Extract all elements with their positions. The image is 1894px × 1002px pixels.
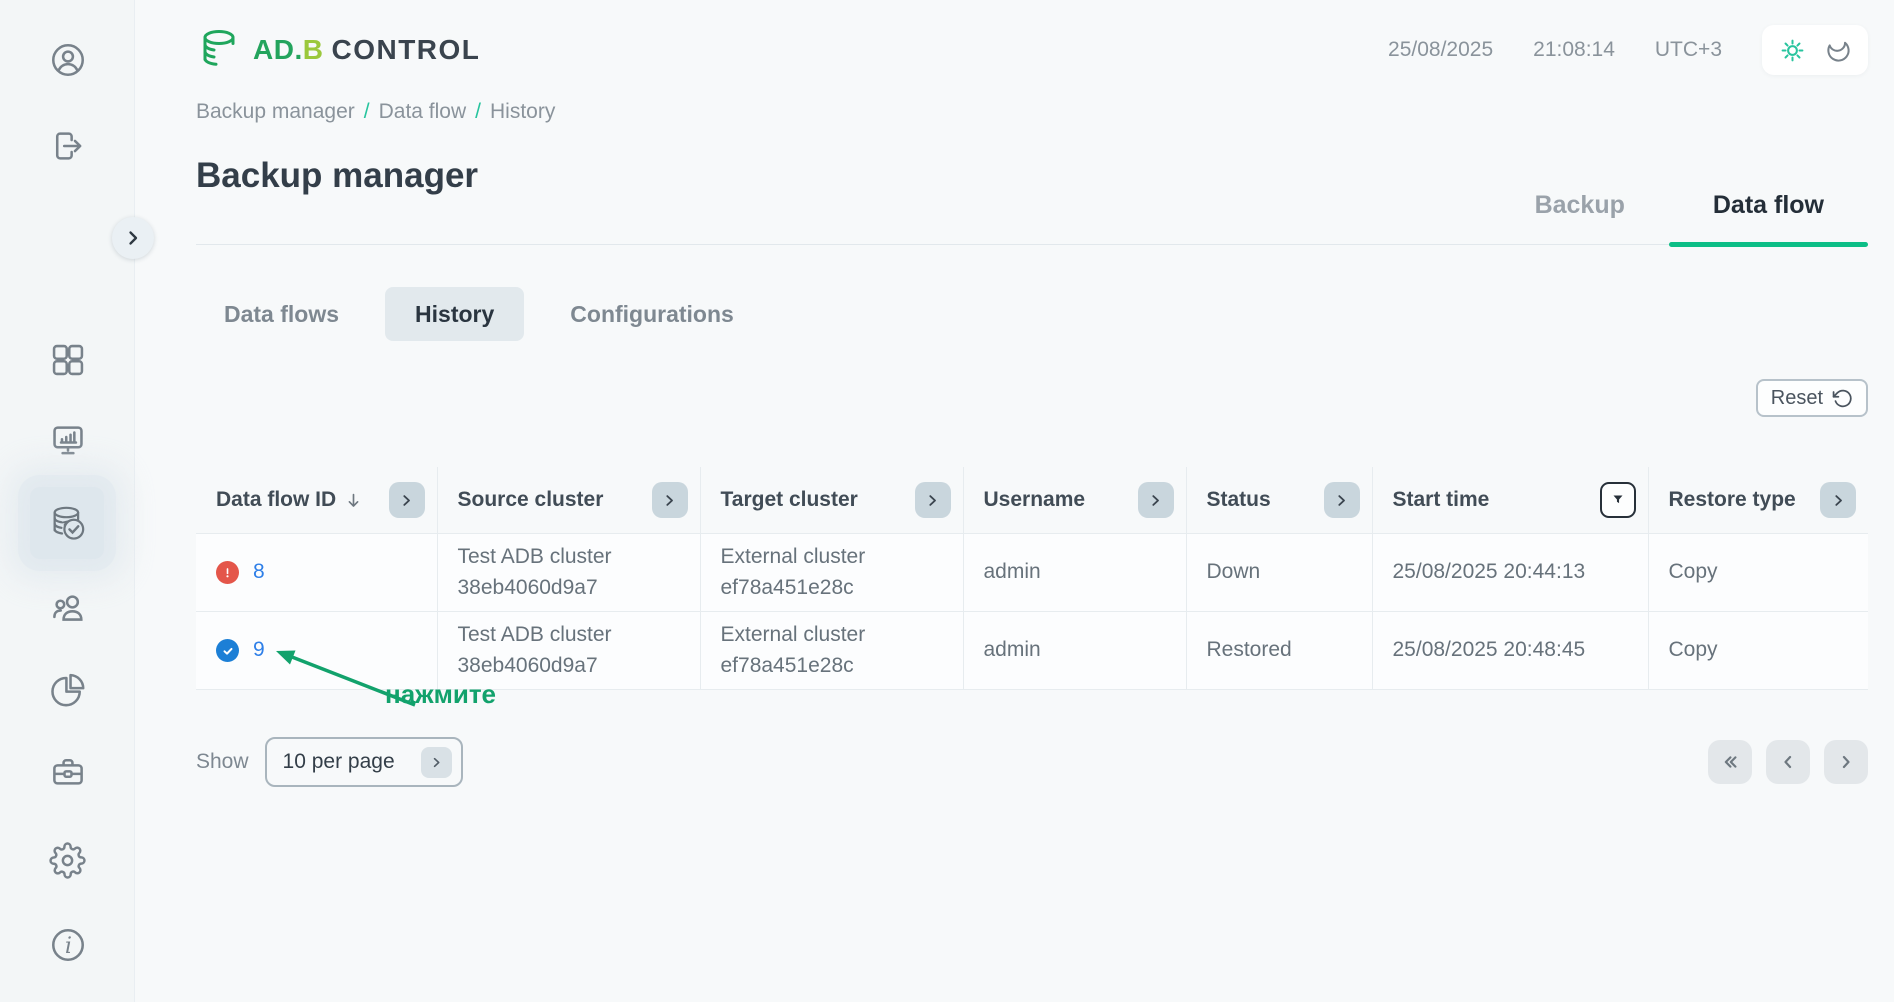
current-date: 25/08/2025 [1388, 38, 1493, 62]
column-expand-button[interactable] [1820, 482, 1856, 518]
target-cluster-hash: ef78a451e28c [721, 651, 951, 681]
current-time: 21:08:14 [1533, 38, 1615, 62]
top-bar: AD.BCONTROL 25/08/2025 21:08:14 UTC+3 [196, 0, 1868, 76]
breadcrumb: Backup manager / Data flow / History [196, 100, 1868, 124]
breadcrumb-data-flow[interactable]: Data flow [379, 100, 467, 124]
status-success-icon [216, 639, 239, 662]
restore-type-cell: Copy [1648, 534, 1868, 612]
show-label: Show [196, 750, 249, 774]
sub-tabs: Data flows History Configurations [196, 287, 1868, 341]
column-expand-button[interactable] [1324, 482, 1360, 518]
status-cell: Restored [1186, 612, 1372, 690]
light-theme-sun-icon[interactable] [1778, 36, 1806, 64]
page-title: Backup manager [196, 156, 478, 196]
reset-rotate-icon [1832, 388, 1853, 409]
target-cluster-name: External cluster [721, 620, 951, 650]
page-size-chevron-icon[interactable] [421, 747, 452, 778]
table-row: 8 Test ADB cluster 38eb4060d9a7 External… [196, 534, 1868, 612]
page-size-value: 10 per page [283, 750, 395, 774]
column-expand-button[interactable] [915, 482, 951, 518]
logout-icon[interactable] [48, 126, 88, 166]
dark-theme-moon-icon[interactable] [1824, 36, 1852, 64]
target-cluster-name: External cluster [721, 542, 951, 572]
tab-data-flow[interactable]: Data flow [1669, 191, 1868, 244]
start-time-cell: 25/08/2025 20:44:13 [1372, 534, 1648, 612]
status-error-icon [216, 561, 239, 584]
filter-funnel-icon [1609, 491, 1627, 509]
reset-button-label: Reset [1771, 387, 1823, 410]
previous-page-button[interactable] [1766, 740, 1810, 784]
subtab-configurations[interactable]: Configurations [542, 301, 762, 328]
source-cluster-name: Test ADB cluster [458, 620, 688, 650]
breadcrumb-history[interactable]: History [490, 100, 555, 124]
column-header-username: Username [984, 488, 1086, 512]
breadcrumb-separator: / [364, 100, 370, 124]
column-expand-button[interactable] [389, 482, 425, 518]
column-header-start-time: Start time [1393, 488, 1490, 512]
column-header-status: Status [1207, 488, 1271, 512]
users-icon[interactable] [48, 588, 88, 628]
status-cell: Down [1186, 534, 1372, 612]
column-filter-button[interactable] [1600, 482, 1636, 518]
settings-gear-icon[interactable] [48, 840, 88, 880]
sidebar: i [0, 0, 135, 1002]
table-row: 9 Test ADB cluster 38eb4060d9a7 External… [196, 612, 1868, 690]
info-icon[interactable]: i [48, 925, 88, 965]
breadcrumb-backup-manager[interactable]: Backup manager [196, 100, 355, 124]
column-header-data-flow-id: Data flow ID [216, 488, 336, 512]
first-page-button[interactable] [1708, 740, 1752, 784]
logo-database-icon [196, 26, 244, 74]
breadcrumb-separator: / [475, 100, 481, 124]
source-cluster-name: Test ADB cluster [458, 542, 688, 572]
app-logo: AD.BCONTROL [196, 26, 480, 74]
main-content: AD.BCONTROL 25/08/2025 21:08:14 UTC+3 [135, 0, 1894, 1002]
user-profile-icon[interactable] [48, 40, 88, 80]
subtab-data-flows[interactable]: Data flows [196, 301, 367, 328]
sort-desc-arrow-icon[interactable] [344, 491, 363, 510]
column-expand-button[interactable] [1138, 482, 1174, 518]
data-flow-id-link[interactable]: 8 [253, 557, 265, 587]
theme-toggle [1762, 25, 1868, 75]
reset-button[interactable]: Reset [1756, 379, 1868, 417]
page-size-select[interactable]: 10 per page [265, 737, 463, 787]
monitoring-chart-icon[interactable] [48, 420, 88, 460]
main-tabs: Backup Data flow [1491, 191, 1868, 244]
column-header-target-cluster: Target cluster [721, 488, 858, 512]
target-cluster-hash: ef78a451e28c [721, 573, 951, 603]
jobs-briefcase-icon[interactable] [48, 752, 88, 792]
subtab-history[interactable]: History [385, 287, 524, 341]
username-cell: admin [963, 612, 1186, 690]
source-cluster-hash: 38eb4060d9a7 [458, 573, 688, 603]
start-time-cell: 25/08/2025 20:48:45 [1372, 612, 1648, 690]
column-header-source-cluster: Source cluster [458, 488, 604, 512]
reports-pie-icon[interactable] [48, 670, 88, 710]
table-header-row: Data flow ID Source cluster Targe [196, 467, 1868, 534]
next-page-button[interactable] [1824, 740, 1868, 784]
timezone: UTC+3 [1655, 38, 1722, 62]
tab-backup[interactable]: Backup [1491, 191, 1669, 244]
dashboard-icon[interactable] [48, 340, 88, 380]
column-expand-button[interactable] [652, 482, 688, 518]
sidebar-expand-button[interactable] [112, 217, 154, 259]
backup-manager-page: { "colors": { "accent_green": "#0CBE86",… [0, 0, 1894, 1002]
annotation-label: нажмите [385, 679, 496, 710]
source-cluster-hash: 38eb4060d9a7 [458, 651, 688, 681]
username-cell: admin [963, 534, 1186, 612]
data-flow-id-link[interactable]: 9 [253, 635, 265, 665]
history-table: Data flow ID Source cluster Targe [196, 467, 1868, 690]
svg-text:i: i [64, 933, 71, 959]
restore-type-cell: Copy [1648, 612, 1868, 690]
column-header-restore-type: Restore type [1669, 488, 1796, 512]
sidebar-item-backup-manager[interactable] [30, 487, 104, 559]
logo-text: AD.BCONTROL [253, 34, 480, 66]
pagination-bar: Show 10 per page [196, 737, 1868, 787]
